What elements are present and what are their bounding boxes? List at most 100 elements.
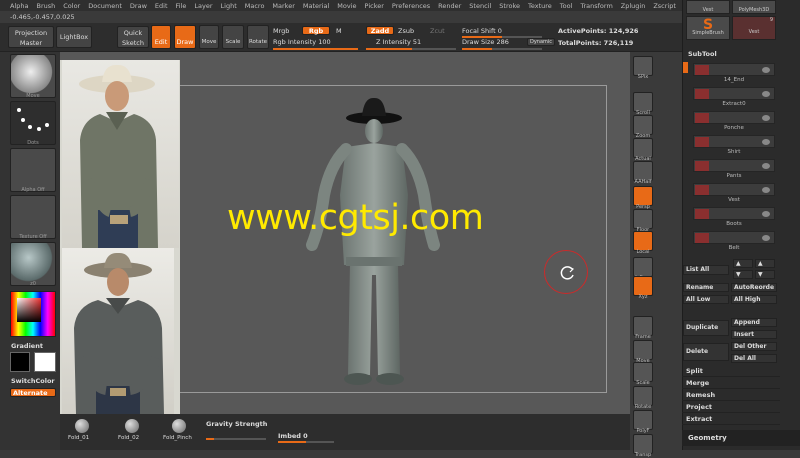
all-high-button[interactable]: All High: [731, 295, 777, 304]
subtool-row-ponche[interactable]: [693, 111, 775, 124]
visibility-eye-icon[interactable]: [762, 67, 770, 73]
menu-item-color[interactable]: Color: [63, 2, 80, 10]
subtool-row-14_end[interactable]: [693, 63, 775, 76]
rail-floor-button[interactable]: [633, 209, 653, 229]
tool-tile-vest[interactable]: Vest: [686, 0, 730, 14]
visibility-eye-icon[interactable]: [762, 115, 770, 121]
fold-01-brush-icon[interactable]: [75, 419, 89, 433]
zsub-toggle[interactable]: Zsub: [398, 27, 414, 35]
draw-button[interactable]: Draw: [174, 25, 196, 49]
rgb-intensity-slider[interactable]: [273, 48, 358, 50]
rotate-button[interactable]: Rotate: [247, 25, 269, 49]
edit-button[interactable]: Edit: [151, 25, 171, 49]
subtool-row-vest[interactable]: [693, 183, 775, 196]
subtool-row-belt[interactable]: [693, 231, 775, 244]
texture-thumbnail[interactable]: [10, 195, 56, 239]
alternate-button[interactable]: Alternate: [10, 388, 56, 397]
menu-item-light[interactable]: Light: [221, 2, 237, 10]
rail-xyz-button[interactable]: [633, 276, 653, 296]
project-section[interactable]: Project: [682, 401, 780, 413]
rail-actual-button[interactable]: [633, 138, 653, 158]
rail-transp-button[interactable]: [633, 434, 653, 454]
menu-item-alpha[interactable]: Alpha: [10, 2, 28, 10]
rename-button[interactable]: Rename: [683, 283, 729, 292]
move-button[interactable]: Move: [199, 25, 219, 49]
rail-scale-button[interactable]: [633, 362, 653, 382]
menu-item-stencil[interactable]: Stencil: [469, 2, 491, 10]
menu-item-material[interactable]: Material: [303, 2, 329, 10]
all-low-button[interactable]: All Low: [683, 295, 729, 304]
menu-item-picker[interactable]: Picker: [365, 2, 384, 10]
split-section[interactable]: Split: [682, 365, 780, 377]
secondary-color-swatch[interactable]: [34, 352, 56, 372]
3d-model-figure[interactable]: [300, 95, 440, 387]
zadd-toggle[interactable]: Zadd: [366, 26, 394, 35]
rail-scroll-button[interactable]: [633, 92, 653, 112]
insert-button[interactable]: Insert: [731, 330, 777, 339]
color-square[interactable]: [17, 298, 41, 322]
menu-item-transform[interactable]: Transform: [580, 2, 612, 10]
rail-lsym-button[interactable]: [633, 257, 653, 277]
menu-item-preferences[interactable]: Preferences: [392, 2, 430, 10]
geometry-section[interactable]: Geometry: [682, 430, 800, 446]
material-thumbnail[interactable]: [10, 242, 56, 286]
menu-item-stroke[interactable]: Stroke: [499, 2, 520, 10]
move-up-button[interactable]: ▲: [733, 259, 753, 268]
tool-tile-polymesh[interactable]: PolyMesh3D: [732, 0, 776, 14]
switch-color-button[interactable]: SwitchColor: [11, 377, 55, 385]
fold-02-brush-icon[interactable]: [125, 419, 139, 433]
menu-item-zplugin[interactable]: Zplugin: [621, 2, 646, 10]
subtool-row-extract0[interactable]: [693, 87, 775, 100]
zcut-toggle[interactable]: Zcut: [430, 27, 445, 35]
draw-size-slider[interactable]: [462, 48, 542, 50]
menu-item-texture[interactable]: Texture: [528, 2, 552, 10]
gradient-label[interactable]: Gradient: [11, 342, 43, 350]
scale-button[interactable]: Scale: [222, 25, 244, 49]
rail-zoom-button[interactable]: [633, 115, 653, 135]
menu-item-movie[interactable]: Movie: [337, 2, 356, 10]
rail-move-button[interactable]: [633, 340, 653, 360]
tool-tile-simplebrush[interactable]: S SimpleBrush: [686, 16, 730, 40]
rail-polyf-button[interactable]: [633, 410, 653, 430]
delete-button[interactable]: Delete: [683, 343, 729, 361]
menu-item-layer[interactable]: Layer: [194, 2, 212, 10]
brush-thumbnail[interactable]: [10, 54, 56, 98]
remesh-section[interactable]: Remesh: [682, 389, 780, 401]
subtool-scrollbar[interactable]: [683, 62, 688, 73]
rail-persp-button[interactable]: [633, 186, 653, 206]
rotate-gizmo[interactable]: [544, 250, 588, 294]
visibility-eye-icon[interactable]: [762, 163, 770, 169]
move-down-button[interactable]: ▼: [733, 270, 753, 279]
mrgb-toggle[interactable]: Mrgb: [273, 27, 289, 35]
main-color-swatch[interactable]: [10, 352, 30, 372]
del-other-button[interactable]: Del Other: [731, 342, 777, 351]
menu-item-brush[interactable]: Brush: [36, 2, 55, 10]
rail-aahalf-button[interactable]: [633, 161, 653, 181]
menu-item-render[interactable]: Render: [438, 2, 461, 10]
extract-section[interactable]: Extract: [682, 413, 780, 425]
alpha-thumbnail[interactable]: [10, 148, 56, 192]
list-all-button[interactable]: List All: [683, 265, 729, 275]
subtool-row-shirt[interactable]: [693, 135, 775, 148]
duplicate-button[interactable]: Duplicate: [683, 320, 729, 336]
menu-item-draw[interactable]: Draw: [130, 2, 147, 10]
menu-item-edit[interactable]: Edit: [155, 2, 168, 10]
visibility-eye-icon[interactable]: [762, 91, 770, 97]
rail-spix-button[interactable]: [633, 56, 653, 76]
autoreorder-button[interactable]: AutoReorde: [731, 283, 777, 292]
del-all-button[interactable]: Del All: [731, 354, 777, 363]
menu-item-tool[interactable]: Tool: [560, 2, 573, 10]
gravity-strength-slider[interactable]: [206, 438, 266, 440]
menu-item-marker[interactable]: Marker: [272, 2, 294, 10]
visibility-eye-icon[interactable]: [762, 139, 770, 145]
lightbox-button[interactable]: LightBox: [56, 26, 92, 48]
m-toggle[interactable]: M: [336, 27, 342, 35]
subtool-row-boots[interactable]: [693, 207, 775, 220]
color-picker[interactable]: [10, 291, 56, 337]
projection-master-button[interactable]: Projection Master: [8, 26, 54, 48]
rgb-toggle[interactable]: Rgb: [302, 26, 330, 35]
subtool-row-pants[interactable]: [693, 159, 775, 172]
move-top-button[interactable]: ▲: [755, 259, 775, 268]
visibility-eye-icon[interactable]: [762, 187, 770, 193]
subtool-title[interactable]: SubTool: [682, 50, 800, 60]
